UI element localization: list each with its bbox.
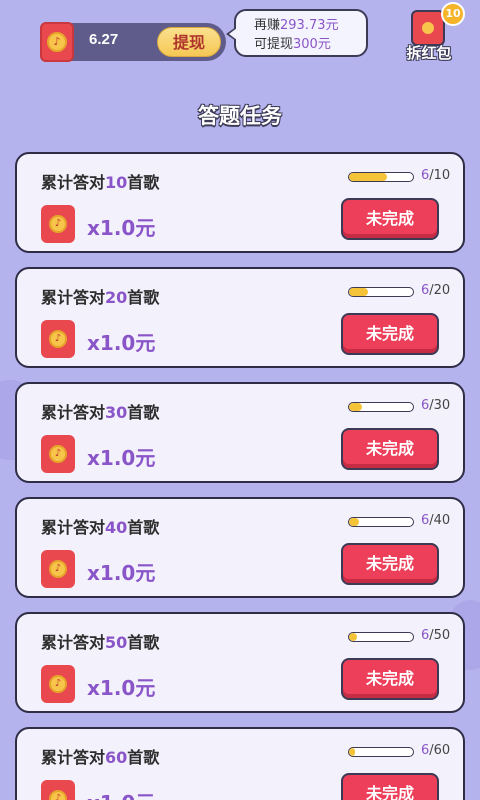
task-reward: x1.0元 [87,216,156,240]
music-coin-icon: ♪ [47,32,67,52]
task-status-button[interactable]: 未完成 [341,313,439,355]
task-progress-bar [348,632,414,642]
red-packet-icon: ♪ [40,22,74,62]
tip-remaining-amount: 293.73元 [280,18,339,33]
withdraw-button[interactable]: 提现 [157,27,221,57]
task-reward: x1.0元 [87,446,156,470]
open-red-packet-button[interactable]: 10 拆红包 [405,2,465,64]
withdraw-tip-bubble: 再赚293.73元 可提现300元 [226,9,368,57]
task-target: 40 [105,518,128,537]
tip-prefix: 再赚 [254,18,281,33]
task-status-button[interactable]: 未完成 [341,773,439,800]
task-reward: x1.0元 [87,676,156,700]
task-target: 50 [105,633,128,652]
task-label-suffix: 首歌 [127,403,160,422]
task-status-button[interactable]: 未完成 [341,658,439,700]
task-label-prefix: 累计答对 [41,173,106,192]
task-progress-text: 6/60 [421,743,450,758]
progress-fill [349,403,362,411]
task-progress-text: 6/40 [421,513,450,528]
music-coin-icon: ♪ [49,790,67,800]
task-reward: x1.0元 [87,331,156,355]
task-label-prefix: 累计答对 [41,748,106,767]
progress-fill [349,633,357,641]
task-target: 20 [105,288,128,307]
progress-total: /60 [429,743,451,758]
task-reward: x1.0元 [87,787,155,800]
task-target: 30 [105,403,128,422]
task-progress-text: 6/50 [421,628,450,643]
task-progress-bar [348,747,414,757]
progress-total: /50 [429,628,451,643]
red-packet-count-badge: 10 [441,2,465,26]
task-label: 累计答对30首歌 [41,399,159,423]
music-coin-icon: ♪ [49,560,67,578]
task-progress-text: 6/10 [421,168,450,183]
task-target: 60 [105,748,128,767]
task-status-button[interactable]: 未完成 [341,428,439,470]
progress-fill [349,288,369,296]
red-packet-icon: ♪ [41,435,75,473]
red-packet-icon [411,10,445,46]
task-label-suffix: 首歌 [127,518,160,537]
red-packet-icon: ♪ [41,550,75,588]
task-label-prefix: 累计答对 [41,288,106,307]
tip-prefix: 可提现 [254,37,294,52]
task-progress-bar [348,287,414,297]
music-coin-icon: ♪ [49,215,67,233]
task-label: 累计答对20首歌 [41,284,159,308]
task-label-prefix: 累计答对 [41,403,106,422]
task-progress-bar [348,402,414,412]
tip-line-1: 再赚293.73元 [254,16,366,35]
red-packet-icon: ♪ [41,320,75,358]
page-title: 答题任务 [198,104,282,128]
task-status-button[interactable]: 未完成 [341,543,439,585]
red-packet-icon: ♪ [41,665,75,703]
red-packet-icon: ♪ [41,205,75,243]
task-progress-bar [348,517,414,527]
progress-total: /30 [429,398,451,413]
progress-total: /10 [429,168,451,183]
progress-fill [349,518,359,526]
task-card: 累计答对30首歌 6/30 ♪ x1.0元 未完成 [15,382,465,483]
task-label-suffix: 首歌 [127,633,160,652]
task-reward: x1.0元 [87,561,156,585]
task-card: 累计答对40首歌 6/40 ♪ x1.0元 未完成 [15,497,465,598]
task-progress-text: 6/20 [421,283,450,298]
tip-line-2: 可提现300元 [254,35,366,54]
task-card: 累计答对10首歌 6/10 ♪ x1.0元 未完成 [15,152,465,253]
task-label-prefix: 累计答对 [41,633,106,652]
task-label-suffix: 首歌 [127,288,160,307]
task-progress-text: 6/30 [421,398,450,413]
task-progress-bar [348,172,414,182]
task-label: 累计答对60首歌 [41,744,159,768]
progress-fill [349,173,388,181]
task-label-suffix: 首歌 [127,173,160,192]
tip-withdraw-amount: 300元 [293,37,331,52]
task-label: 累计答对10首歌 [41,169,159,193]
task-card: 累计答对60首歌 6/60 ♪ x1.0元 未完成 [15,727,465,800]
task-status-button[interactable]: 未完成 [341,198,439,240]
progress-total: /40 [429,513,451,528]
music-coin-icon: ♪ [49,675,67,693]
task-label: 累计答对40首歌 [41,514,159,538]
task-label: 累计答对50首歌 [41,629,159,653]
task-card: 累计答对20首歌 6/20 ♪ x1.0元 未完成 [15,267,465,368]
task-label-prefix: 累计答对 [41,518,106,537]
task-card: 累计答对50首歌 6/50 ♪ x1.0元 未完成 [15,612,465,713]
progress-fill [349,748,356,756]
task-label-suffix: 首歌 [127,748,160,767]
red-packet-icon: ♪ [41,780,75,800]
progress-total: /20 [429,283,451,298]
music-coin-icon: ♪ [49,330,67,348]
task-target: 10 [105,173,128,192]
open-red-packet-label: 拆红包 [406,44,452,62]
balance-value: 6.27 [89,31,119,48]
music-coin-icon: ♪ [49,445,67,463]
